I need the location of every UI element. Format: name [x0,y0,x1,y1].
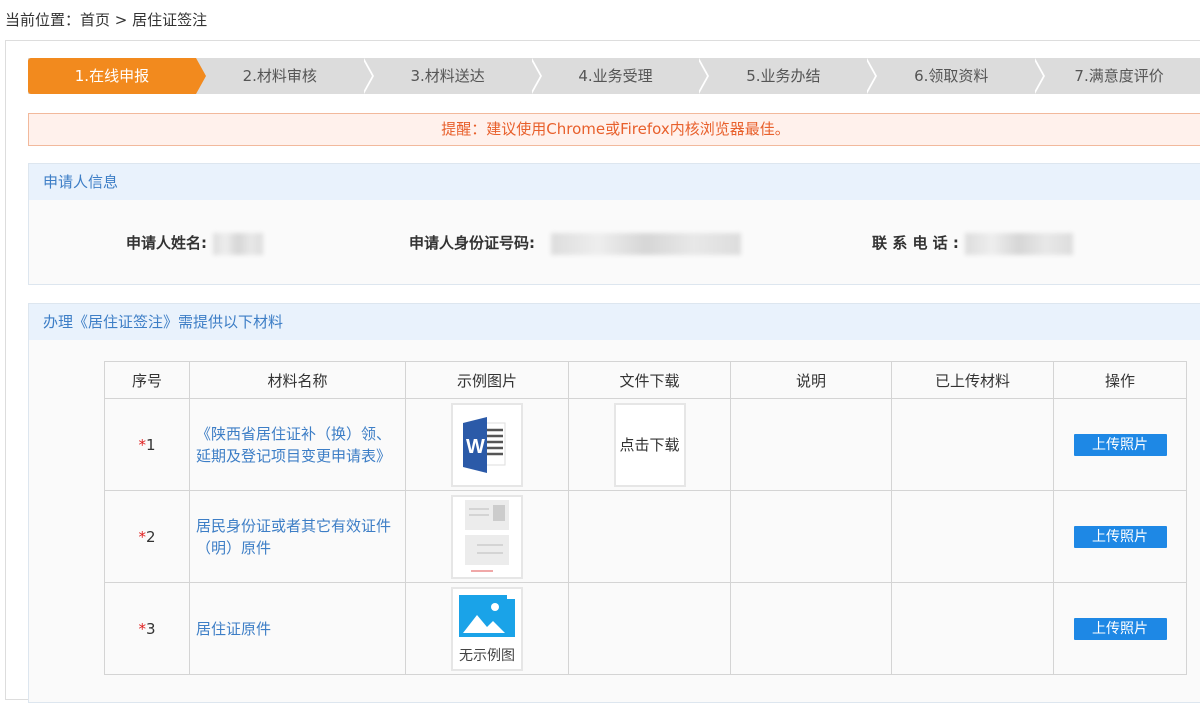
applicant-title: 申请人信息 [29,164,1200,200]
table-header: 序号 材料名称 示例图片 文件下载 说明 已上传材料 操作 [104,361,1187,399]
step-6: 6.领取资料 [867,58,1046,94]
step-2: 2.材料审核 [196,58,374,94]
step-3: 3.材料送达 [364,58,542,94]
material-name-link[interactable]: 《陕西省居住证补（换）领、延期及登记项目变更申请表》 [189,398,406,491]
col-no: 序号 [104,361,190,399]
progress-steps: 1.在线申报 2.材料审核 3.材料送达 4.业务受理 5.业务办结 6.领取资… [28,58,1200,94]
col-name: 材料名称 [189,361,406,399]
col-uploaded: 已上传材料 [891,361,1054,399]
table-row: *2 居民身份证或者其它有效证件（明）原件 上传照片 [104,490,1187,583]
col-download: 文件下载 [568,361,731,399]
step-1: 1.在线申报 [28,58,206,94]
uploaded-cell [891,398,1054,491]
id-label: 申请人身份证号码: [409,234,535,252]
materials-title: 办理《居住证签注》需提供以下材料 [29,304,1200,340]
browser-tip: 提醒：建议使用Chrome或Firefox内核浏览器最佳。 [28,113,1200,146]
table-row: *1 《陕西省居住证补（换）领、延期及登记项目变更申请表》 W 点击下载 上传照… [104,398,1187,491]
material-name-link[interactable]: 居民身份证或者其它有效证件（明）原件 [189,490,406,583]
applicant-panel: 申请人信息 申请人姓名: 申请人身份证号码: 联 系 电 话 : [28,163,1200,285]
row-no: *2 [104,490,190,583]
id-value-redacted [551,232,741,255]
note-cell [730,398,892,491]
upload-photo-button[interactable]: 上传照片 [1073,525,1167,548]
id-card-sample-image[interactable] [451,494,523,579]
name-label: 申请人姓名: [126,234,207,252]
col-example: 示例图片 [405,361,569,399]
upload-photo-button[interactable]: 上传照片 [1073,433,1167,456]
col-note: 说明 [730,361,892,399]
phone-label: 联 系 电 话 : [872,234,959,252]
name-value-redacted [213,232,263,255]
main-container: 1.在线申报 2.材料审核 3.材料送达 4.业务受理 5.业务办结 6.领取资… [5,40,1200,703]
applicant-name: 申请人姓名: [126,232,263,255]
download-button[interactable]: 点击下载 [613,402,686,487]
step-7: 7.满意度评价 [1074,67,1164,85]
material-name-link[interactable]: 居住证原件 [189,582,406,675]
row-no: *3 [104,582,190,675]
col-action: 操作 [1053,361,1187,399]
applicant-id: 申请人身份证号码: [409,232,741,255]
materials-panel: 办理《居住证签注》需提供以下材料 序号 材料名称 示例图片 文件下载 说明 已上… [28,303,1200,703]
applicant-phone: 联 系 电 话 : [872,232,1073,255]
step-4: 4.业务受理 [532,58,710,94]
upload-photo-button[interactable]: 上传照片 [1073,617,1167,640]
row-no: *1 [104,398,190,491]
table-row: *3 居住证原件 无示例图 上传照片 [104,582,1187,675]
no-example-image: 无示例图 [451,586,523,671]
breadcrumb: 当前位置：首页 > 居住证签注 [5,11,208,29]
word-doc-icon[interactable]: W [451,402,523,487]
no-example-caption: 无示例图 [459,647,515,664]
step-5: 5.业务办结 [699,58,878,94]
phone-value-redacted [964,232,1073,255]
svg-text:W: W [466,436,485,458]
materials-table: 序号 材料名称 示例图片 文件下载 说明 已上传材料 操作 *1 《陕西省居住证… [104,361,1187,675]
